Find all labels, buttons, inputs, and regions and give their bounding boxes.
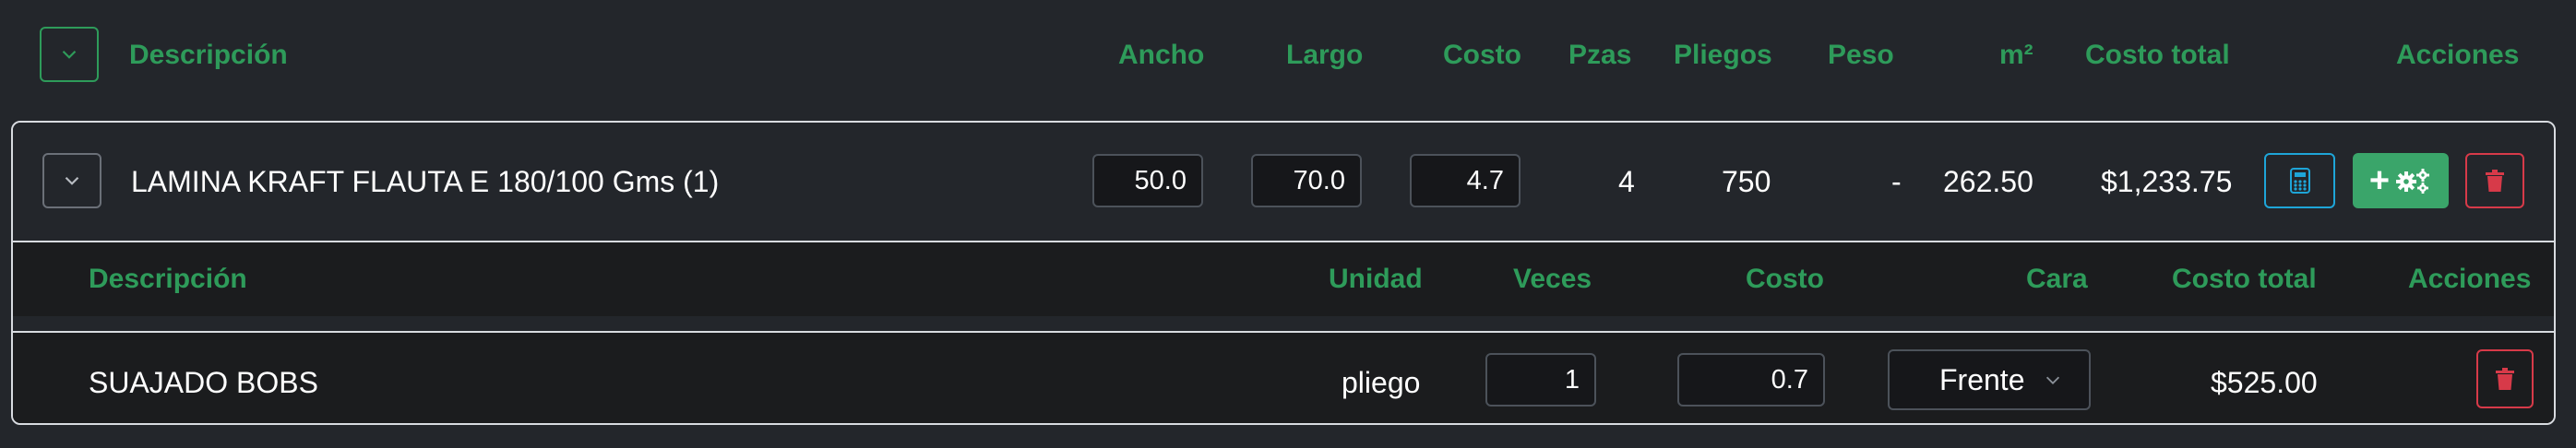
process-description: SUAJADO BOBS <box>89 366 318 399</box>
pliegos-value: 750 <box>1722 165 1771 198</box>
calculator-icon <box>2289 168 2310 194</box>
sub-header-unidad: Unidad <box>1329 264 1423 294</box>
spacer <box>13 316 2554 331</box>
item-card: LAMINA KRAFT FLAUTA E 180/100 Gms (1) 50… <box>11 121 2556 425</box>
calculate-button[interactable] <box>2264 153 2335 208</box>
header-costo-total: Costo total <box>2085 40 2230 70</box>
chevron-down-icon <box>2046 376 2060 384</box>
cara-select[interactable]: Frente <box>1888 349 2091 410</box>
largo-input[interactable]: 70.0 <box>1251 154 1362 207</box>
item-description: LAMINA KRAFT FLAUTA E 180/100 Gms (1) <box>131 165 720 198</box>
cara-selected-value: Frente <box>1939 362 2025 396</box>
process-costo-input[interactable]: 0.7 <box>1677 353 1825 407</box>
sub-header-cara: Cara <box>2026 264 2088 294</box>
collapse-item-button[interactable] <box>42 153 101 208</box>
chevron-down-icon <box>65 176 79 185</box>
item-row: LAMINA KRAFT FLAUTA E 180/100 Gms (1) 50… <box>13 123 2554 241</box>
trash-icon <box>2486 170 2504 192</box>
ancho-input[interactable]: 50.0 <box>1092 154 1203 207</box>
delete-process-button[interactable] <box>2476 349 2534 408</box>
header-ancho: Ancho <box>1118 40 1205 70</box>
m2-value: 262.50 <box>1943 165 2033 198</box>
plus-label: + <box>2368 161 2391 200</box>
process-unidad: pliego <box>1342 366 1421 399</box>
sub-header-costo: Costo <box>1746 264 1824 294</box>
process-row: SUAJADO BOBS pliego 1 0.7 Frente $525.00 <box>13 333 2554 423</box>
sub-header-costo-total: Costo total <box>2172 264 2317 294</box>
header-pzas: Pzas <box>1568 40 1632 70</box>
header-acciones: Acciones <box>2396 40 2520 70</box>
header-costo: Costo <box>1443 40 1521 70</box>
costo-input[interactable]: 4.7 <box>1410 154 1521 207</box>
gears-icon <box>2396 169 2430 194</box>
delete-item-button[interactable] <box>2465 153 2524 208</box>
add-process-button[interactable]: + <box>2353 153 2449 208</box>
header-descripcion: Descripción <box>129 40 288 70</box>
pzas-value: 4 <box>1618 165 1635 198</box>
peso-value: - <box>1891 165 1902 198</box>
sub-header-descripcion: Descripción <box>89 264 247 294</box>
header-m2: m² <box>1999 40 2033 70</box>
process-header: Descripción Unidad Veces Costo Cara Cost… <box>13 242 2554 316</box>
veces-input[interactable]: 1 <box>1485 353 1596 407</box>
trash-icon <box>2496 368 2514 390</box>
costo-total-value: $1,233.75 <box>2101 165 2233 198</box>
process-costo-total: $525.00 <box>2211 366 2318 399</box>
collapse-all-button[interactable] <box>40 27 99 82</box>
chevron-down-icon <box>62 50 77 59</box>
sub-header-veces: Veces <box>1513 264 1592 294</box>
header-pliegos: Pliegos <box>1674 40 1772 70</box>
sub-header-acciones: Acciones <box>2408 264 2532 294</box>
header-largo: Largo <box>1286 40 1364 70</box>
header-peso: Peso <box>1828 40 1894 70</box>
